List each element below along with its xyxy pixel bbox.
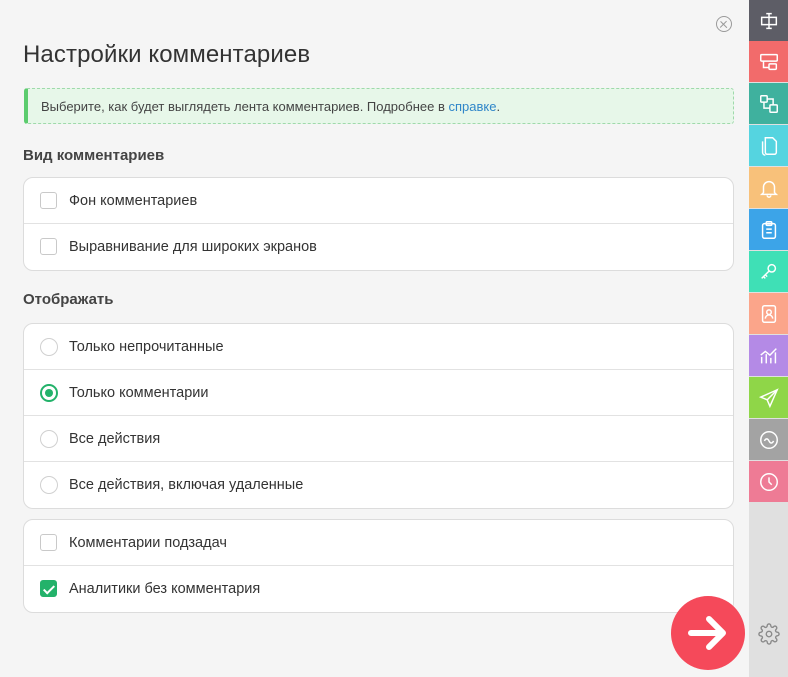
radio-only-comments[interactable]: Только комментарии [24, 370, 733, 416]
gear-icon[interactable] [758, 623, 780, 645]
documents-icon [761, 136, 777, 156]
radio-button[interactable] [40, 384, 58, 402]
option-label: Фон комментариев [69, 193, 198, 209]
sidebar-item-analytics[interactable] [749, 335, 788, 376]
option-analytics-without-comment[interactable]: Аналитики без комментария [24, 566, 733, 612]
sidebar-item-tasks[interactable] [749, 209, 788, 250]
clock-icon [759, 472, 778, 491]
clipboard-icon [761, 220, 776, 239]
analytics-icon [759, 347, 777, 363]
radio-all-actions[interactable]: Все действия [24, 416, 733, 462]
radio-button[interactable] [40, 476, 58, 494]
layout-icon [759, 53, 778, 70]
paper-plane-icon [758, 387, 779, 408]
checkbox[interactable] [40, 192, 57, 209]
right-sidebar [749, 0, 788, 677]
sidebar-item-structure[interactable] [749, 83, 788, 124]
sidebar-item-layout[interactable] [749, 41, 788, 82]
info-banner: Выберите, как будет выглядеть лента комм… [24, 88, 734, 124]
option-label: Комментарии подзадач [69, 535, 227, 551]
option-label: Выравнивание для широких экранов [69, 239, 317, 255]
checkbox[interactable] [40, 580, 57, 597]
radio-only-unread[interactable]: Только непрочитанные [24, 324, 733, 370]
display-options-card: Только непрочитанные Только комментарии … [23, 323, 734, 509]
bell-icon [759, 180, 778, 198]
comments-settings-panel: Настройки комментариев Выберите, как буд… [0, 0, 749, 677]
structure-icon [759, 94, 778, 113]
option-label: Только непрочитанные [69, 339, 224, 355]
contact-icon [761, 304, 776, 323]
sidebar-item-activity[interactable] [749, 419, 788, 460]
sidebar-item-documents[interactable] [749, 125, 788, 166]
view-section-heading: Вид комментариев [23, 147, 165, 164]
close-icon[interactable] [716, 16, 732, 32]
checkbox[interactable] [40, 238, 57, 255]
view-options-card: Фон комментариев Выравнивание для широки… [23, 177, 734, 271]
text-cursor-icon [760, 12, 777, 29]
radio-button[interactable] [40, 430, 58, 448]
sidebar-item-history[interactable] [749, 461, 788, 502]
arrow-right-icon [688, 616, 726, 650]
option-subtask-comments[interactable]: Комментарии подзадач [24, 520, 733, 566]
next-button[interactable] [671, 596, 745, 670]
option-label: Все действия, включая удаленные [69, 477, 304, 493]
option-label: Аналитики без комментария [69, 581, 261, 597]
display-section-heading: Отображать [23, 291, 114, 308]
sidebar-item-notifications[interactable] [749, 167, 788, 208]
sidebar-item-send[interactable] [749, 377, 788, 418]
option-label: Только комментарии [69, 385, 209, 401]
sidebar-item-text[interactable] [749, 0, 788, 41]
info-text-end: . [496, 99, 501, 114]
option-comment-background[interactable]: Фон комментариев [24, 178, 733, 224]
extra-options-card: Комментарии подзадач Аналитики без комме… [23, 519, 734, 613]
option-label: Все действия [69, 431, 161, 447]
key-icon [760, 263, 776, 279]
option-wide-screen-alignment[interactable]: Выравнивание для широких экранов [24, 224, 733, 270]
help-link[interactable]: справке [448, 99, 496, 114]
page-title: Настройки комментариев [23, 41, 311, 68]
checkbox[interactable] [40, 534, 57, 551]
sidebar-item-contacts[interactable] [749, 293, 788, 334]
radio-all-actions-including-deleted[interactable]: Все действия, включая удаленные [24, 462, 733, 508]
radio-button[interactable] [40, 338, 58, 356]
sidebar-item-access[interactable] [749, 251, 788, 292]
info-text: Выберите, как будет выглядеть лента комм… [41, 99, 449, 114]
wave-icon [759, 430, 778, 449]
